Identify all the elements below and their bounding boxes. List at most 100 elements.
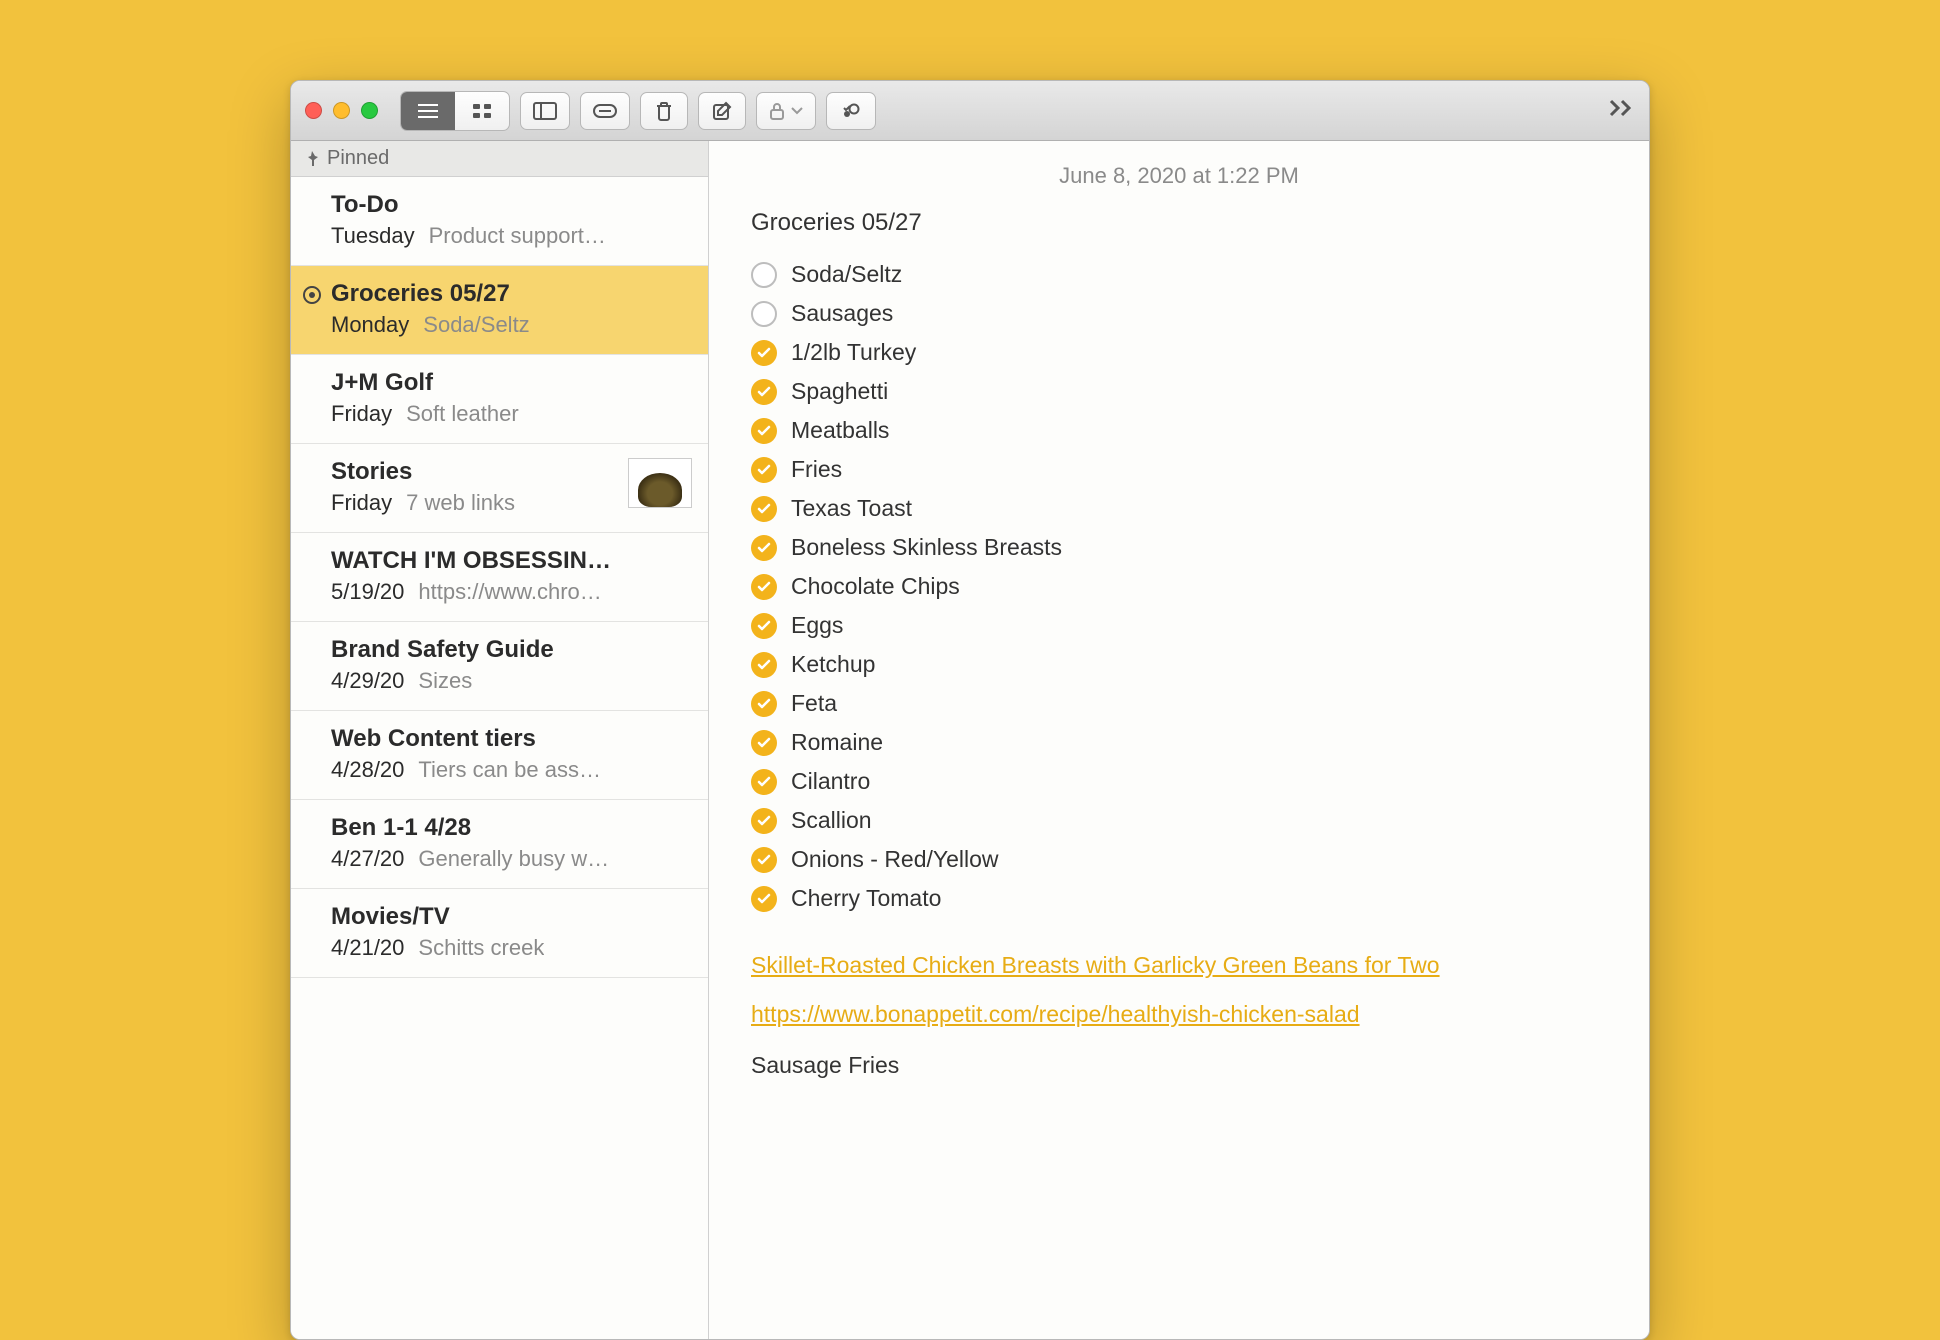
note-body-text[interactable]: Sausage Fries [751,1052,1607,1079]
fullscreen-window-button[interactable] [361,102,378,119]
note-item-date: 4/28/20 [331,757,404,783]
checklist-item-text[interactable]: Cilantro [791,768,870,795]
note-list-item[interactable]: StoriesFriday7 web links [291,444,708,533]
note-item-preview: Soft leather [406,401,519,427]
checklist-item[interactable]: Eggs [751,606,1607,645]
note-list-item[interactable]: Movies/TV4/21/20Schitts creek [291,889,708,978]
checklist-item-text[interactable]: Chocolate Chips [791,573,960,600]
note-item-subtitle: FridaySoft leather [331,401,686,427]
note-item-title: Groceries 05/27 [331,280,686,308]
checkbox-checked-icon[interactable] [751,808,777,834]
lock-icon [769,102,785,120]
checklist-item[interactable]: Meatballs [751,411,1607,450]
checkbox-checked-icon[interactable] [751,769,777,795]
note-item-title: Web Content tiers [331,725,686,753]
checklist-item[interactable]: Soda/Seltz [751,255,1607,294]
lock-button[interactable] [756,92,816,130]
note-item-date: 4/29/20 [331,668,404,694]
checklist-item[interactable]: Cherry Tomato [751,879,1607,918]
checkbox-checked-icon[interactable] [751,418,777,444]
checklist-item[interactable]: Feta [751,684,1607,723]
checklist-item-text[interactable]: 1/2lb Turkey [791,339,916,366]
note-list-item[interactable]: J+M GolfFridaySoft leather [291,355,708,444]
checkbox-checked-icon[interactable] [751,379,777,405]
checklist-item-text[interactable]: Cherry Tomato [791,885,941,912]
note-item-date: 5/19/20 [331,579,404,605]
note-list-item[interactable]: Ben 1-1 4/28 4/27/20Generally busy w… [291,800,708,889]
checkbox-checked-icon[interactable] [751,574,777,600]
checklist-item[interactable]: 1/2lb Turkey [751,333,1607,372]
note-item-subtitle: 4/29/20Sizes [331,668,686,694]
checkbox-unchecked-icon[interactable] [751,262,777,288]
checklist-item-text[interactable]: Scallion [791,807,872,834]
checkbox-checked-icon[interactable] [751,457,777,483]
checkbox-checked-icon[interactable] [751,613,777,639]
note-list-item[interactable]: To-DoTuesdayProduct support… [291,177,708,266]
attach-button[interactable] [580,92,630,130]
compose-icon [712,101,732,121]
view-mode-segmented [400,91,510,131]
note-item-preview: https://www.chro… [418,579,601,605]
checkbox-checked-icon[interactable] [751,496,777,522]
checklist-item-text[interactable]: Boneless Skinless Breasts [791,534,1062,561]
checklist-item-text[interactable]: Ketchup [791,651,875,678]
checkbox-checked-icon[interactable] [751,691,777,717]
note-list-item[interactable]: Brand Safety Guide4/29/20Sizes [291,622,708,711]
note-item-preview: Product support… [429,223,606,249]
checklist-item[interactable]: Ketchup [751,645,1607,684]
note-item-title: To-Do [331,191,686,219]
checklist-item-text[interactable]: Meatballs [791,417,889,444]
folders-button[interactable] [520,92,570,130]
toolbar-overflow-button[interactable] [1609,99,1635,122]
note-item-date: Friday [331,490,392,516]
note-item-subtitle: 4/27/20Generally busy w… [331,846,686,872]
list-view-button[interactable] [401,92,455,130]
note-list-item[interactable]: Web Content tiers4/28/20Tiers can be ass… [291,711,708,800]
shared-icon [303,286,321,304]
checklist-item-text[interactable]: Eggs [791,612,843,639]
notes-list[interactable]: To-DoTuesdayProduct support…Groceries 05… [291,177,708,978]
grid-view-button[interactable] [455,92,509,130]
checklist-item-text[interactable]: Soda/Seltz [791,261,902,288]
checklist-item-text[interactable]: Feta [791,690,837,717]
note-item-date: 4/27/20 [331,846,404,872]
note-list-item[interactable]: WATCH I'M OBSESSIN…5/19/20https://www.ch… [291,533,708,622]
note-list-item[interactable]: Groceries 05/27MondaySoda/Seltz [291,266,708,355]
checklist-item[interactable]: Chocolate Chips [751,567,1607,606]
checkbox-unchecked-icon[interactable] [751,301,777,327]
checklist-item[interactable]: Onions - Red/Yellow [751,840,1607,879]
checkbox-checked-icon[interactable] [751,847,777,873]
sidebar-icon [533,102,557,120]
checklist-item[interactable]: Texas Toast [751,489,1607,528]
checklist-item[interactable]: Cilantro [751,762,1607,801]
checklist-item-text[interactable]: Spaghetti [791,378,888,405]
note-editor[interactable]: June 8, 2020 at 1:22 PM Groceries 05/27 … [709,141,1649,1339]
note-item-title: Ben 1-1 4/28 [331,814,686,842]
checklist-item[interactable]: Sausages [751,294,1607,333]
close-window-button[interactable] [305,102,322,119]
checklist-item-text[interactable]: Texas Toast [791,495,912,522]
note-timestamp: June 8, 2020 at 1:22 PM [751,163,1607,189]
checklist-item-text[interactable]: Fries [791,456,842,483]
checkbox-checked-icon[interactable] [751,535,777,561]
checklist-item-text[interactable]: Sausages [791,300,893,327]
share-button[interactable] [826,92,876,130]
checklist-item[interactable]: Scallion [751,801,1607,840]
checklist-item-text[interactable]: Romaine [791,729,883,756]
checklist-item[interactable]: Boneless Skinless Breasts [751,528,1607,567]
checkbox-checked-icon[interactable] [751,340,777,366]
notes-list-sidebar: Pinned To-DoTuesdayProduct support…Groce… [291,141,709,1339]
compose-button[interactable] [698,92,746,130]
note-link[interactable]: https://www.bonappetit.com/recipe/health… [751,1001,1607,1028]
delete-button[interactable] [640,92,688,130]
checklist-item-text[interactable]: Onions - Red/Yellow [791,846,999,873]
checkbox-checked-icon[interactable] [751,652,777,678]
note-link[interactable]: Skillet-Roasted Chicken Breasts with Gar… [751,952,1607,979]
note-title[interactable]: Groceries 05/27 [751,209,1607,237]
checklist-item[interactable]: Fries [751,450,1607,489]
checkbox-checked-icon[interactable] [751,730,777,756]
checkbox-checked-icon[interactable] [751,886,777,912]
checklist-item[interactable]: Spaghetti [751,372,1607,411]
minimize-window-button[interactable] [333,102,350,119]
checklist-item[interactable]: Romaine [751,723,1607,762]
